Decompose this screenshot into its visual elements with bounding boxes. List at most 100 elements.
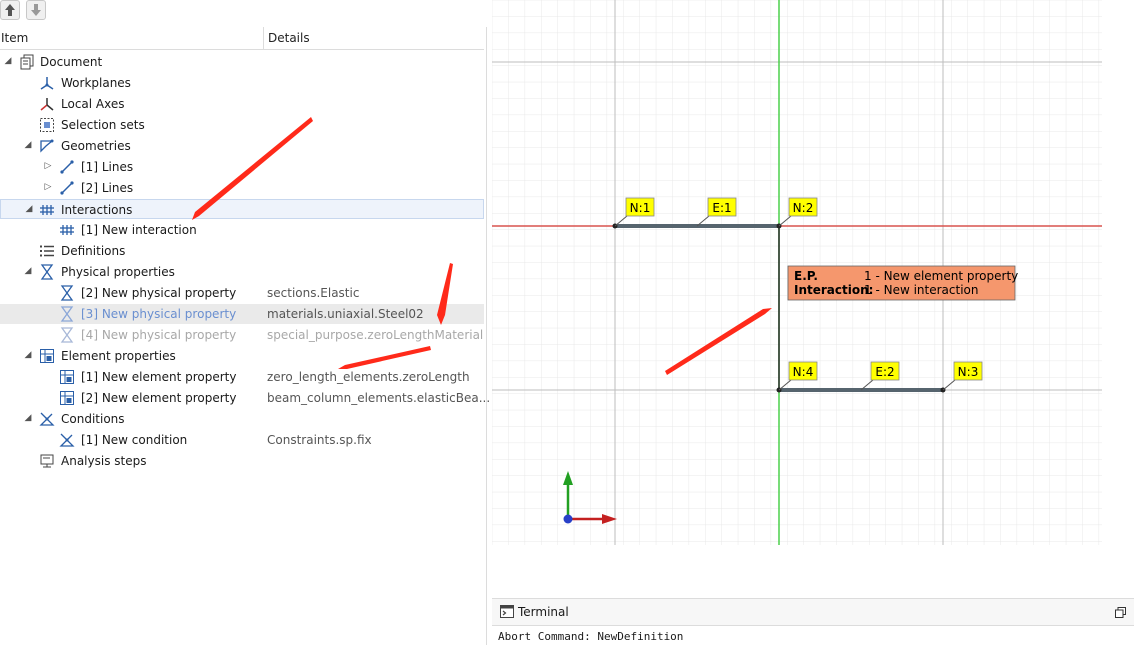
collapse-arrow-icon[interactable]: ◢ — [3, 56, 13, 66]
tree-item-new-interaction[interactable]: [1] New interaction — [0, 220, 484, 240]
tree-item-label: [1] New condition — [81, 433, 188, 447]
local-axes-icon — [40, 98, 54, 111]
tree-item-physical-property-4[interactable]: [4] New physical property special_purpos… — [0, 325, 484, 345]
physical-property-icon — [40, 264, 54, 280]
workplanes-icon — [40, 77, 54, 90]
physical-property-icon — [60, 285, 74, 301]
tree-item-label: Local Axes — [61, 97, 125, 111]
condition-icon — [59, 433, 75, 447]
tree-item-analysis-steps[interactable]: Analysis steps — [0, 451, 484, 471]
collapse-arrow-icon[interactable]: ◢ — [24, 204, 34, 214]
tree-item-details: materials.uniaxial.Steel02 — [267, 307, 424, 321]
tree-item-element-property-1[interactable]: [1] New element property zero_length_ele… — [0, 367, 484, 387]
terminal-output[interactable]: Abort Command: NewDefinition — [498, 630, 683, 643]
tree-item-label: Conditions — [61, 412, 125, 426]
move-down-button[interactable] — [26, 0, 46, 20]
tree-item-label: Physical properties — [61, 265, 175, 279]
physical-property-icon — [60, 327, 74, 343]
analysis-steps-icon — [40, 454, 54, 468]
condition-icon — [39, 412, 55, 426]
tree-item-physical-properties[interactable]: ◢ Physical properties — [0, 262, 484, 282]
document-tree: Item Details ◢ Document Workplanes Local… — [0, 27, 490, 645]
tree-item-physical-property-2[interactable]: [2] New physical property sections.Elast… — [0, 283, 484, 303]
terminal-header: Terminal — [492, 599, 1134, 626]
tooltip-key-ep: E.P. — [794, 269, 818, 283]
tree-header: Item Details — [0, 27, 484, 50]
expand-arrow-icon[interactable]: ▷ — [43, 161, 53, 171]
selection-sets-icon — [40, 118, 54, 132]
tree-item-details: sections.Elastic — [267, 286, 360, 300]
tree-item-local-axes[interactable]: Local Axes — [0, 94, 484, 114]
column-separator[interactable] — [263, 27, 264, 49]
restore-window-icon[interactable] — [1115, 607, 1126, 618]
element-property-icon — [40, 349, 54, 363]
expand-arrow-icon[interactable]: ▷ — [43, 182, 53, 192]
collapse-arrow-icon[interactable]: ◢ — [23, 350, 33, 360]
tree-item-details: special_purpose.zeroLengthMaterial — [267, 328, 484, 342]
interaction-icon — [40, 205, 54, 215]
tree-item-details: beam_column_elements.elasticBea... — [267, 391, 491, 405]
tree-item-label: Interactions — [61, 203, 133, 217]
label-n2: N:2 — [793, 201, 814, 215]
tree-item-conditions[interactable]: ◢ Conditions — [0, 409, 484, 429]
tree-item-label: [1] Lines — [81, 160, 134, 174]
tree-item-new-condition[interactable]: [1] New condition Constraints.sp.fix — [0, 430, 484, 450]
tree-item-physical-property-3[interactable]: [3] New physical property materials.unia… — [0, 304, 484, 324]
tree-item-label: Workplanes — [61, 76, 131, 90]
tree-item-label: [2] Lines — [81, 181, 134, 195]
geometries-icon — [40, 139, 54, 153]
viewport-canvas[interactable]: N:1 E:1 N:2 N:4 E:2 N:3 E.P. 1 - New ele… — [492, 0, 1134, 596]
move-up-button[interactable] — [0, 0, 20, 20]
tree-item-label: Document — [40, 55, 103, 69]
tree-item-label: [1] New element property — [81, 370, 237, 384]
tooltip-value-ep: 1 - New element property — [864, 269, 1018, 283]
tree-item-definitions[interactable]: Definitions — [0, 241, 484, 261]
tree-item-label: [2] New physical property — [81, 286, 237, 300]
model-viewport[interactable]: N:1 E:1 N:2 N:4 E:2 N:3 E.P. 1 - New ele… — [492, 0, 1134, 596]
tree-item-lines-1[interactable]: ▷ [1] Lines — [0, 157, 484, 177]
tree-item-document[interactable]: ◢ Document — [0, 52, 484, 72]
physical-property-icon — [60, 306, 74, 322]
tree-toolbar — [0, 0, 486, 22]
collapse-arrow-icon[interactable]: ◢ — [23, 266, 33, 276]
tree-item-geometries[interactable]: ◢ Geometries — [0, 136, 484, 156]
collapse-arrow-icon[interactable]: ◢ — [23, 140, 33, 150]
label-n4: N:4 — [793, 365, 814, 379]
element-tooltip: E.P. 1 - New element property Interactio… — [787, 265, 1018, 301]
arrow-up-icon — [5, 4, 15, 16]
tree-item-label: Element properties — [61, 349, 176, 363]
tooltip-key-interaction: Interaction: — [794, 283, 873, 297]
tree-item-element-property-2[interactable]: [2] New element property beam_column_ele… — [0, 388, 490, 408]
tree-item-label: [3] New physical property — [81, 307, 237, 321]
arrow-down-icon — [31, 4, 41, 16]
tree-item-selection-sets[interactable]: Selection sets — [0, 115, 484, 135]
terminal-panel: Terminal Abort Command: NewDefinition — [492, 598, 1134, 646]
terminal-icon — [500, 605, 514, 618]
tree-item-lines-2[interactable]: ▷ [2] Lines — [0, 178, 484, 198]
column-header-item[interactable]: Item — [1, 31, 28, 45]
label-n1: N:1 — [630, 201, 651, 215]
label-n3: N:3 — [958, 365, 979, 379]
tree-item-details: Constraints.sp.fix — [267, 433, 372, 447]
tree-item-label: Definitions — [61, 244, 126, 258]
label-e1: E:1 — [712, 201, 731, 215]
interaction-icon — [60, 225, 74, 235]
tree-item-label: Selection sets — [61, 118, 145, 132]
definitions-icon — [40, 245, 54, 257]
element-property-icon — [60, 391, 74, 405]
tree-item-element-properties[interactable]: ◢ Element properties — [0, 346, 484, 366]
tree-item-workplanes[interactable]: Workplanes — [0, 73, 484, 93]
tree-item-label: Analysis steps — [61, 454, 147, 468]
document-icon — [20, 54, 34, 70]
collapse-arrow-icon[interactable]: ◢ — [23, 413, 33, 423]
tree-item-details: zero_length_elements.zeroLength — [267, 370, 470, 384]
label-e2: E:2 — [875, 365, 894, 379]
tree-item-label: [4] New physical property — [81, 328, 237, 342]
element-property-icon — [60, 370, 74, 384]
tree-item-label: [2] New element property — [81, 391, 237, 405]
column-header-details[interactable]: Details — [268, 31, 310, 45]
line-icon — [60, 160, 74, 174]
tree-item-interactions[interactable]: ◢ Interactions — [0, 199, 484, 219]
line-icon — [60, 181, 74, 195]
tree-item-label: Geometries — [61, 139, 131, 153]
